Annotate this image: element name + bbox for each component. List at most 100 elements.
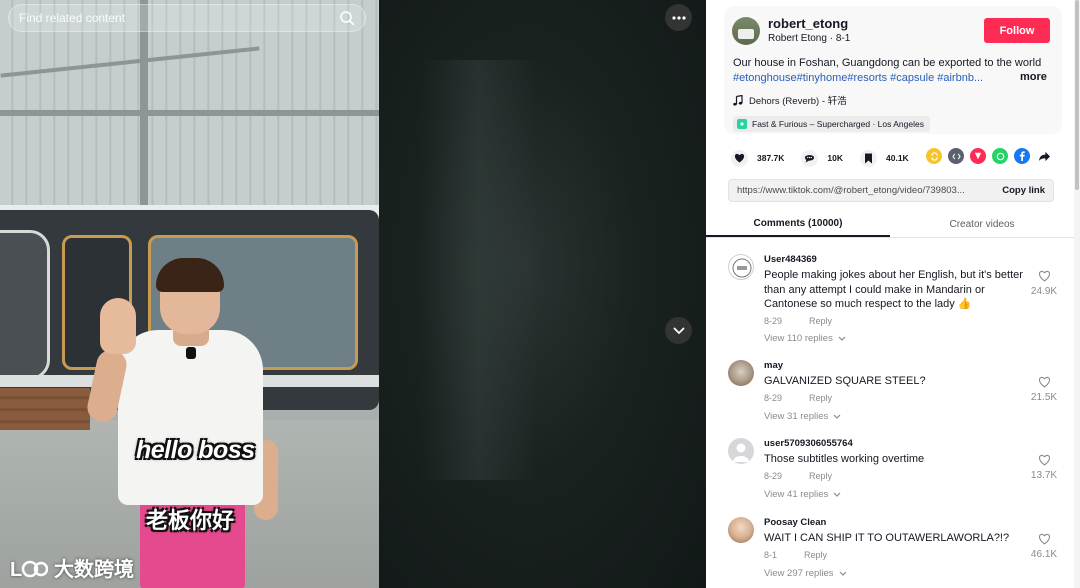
follow-button[interactable]: Follow [984, 18, 1050, 43]
svg-text:L: L [10, 559, 22, 581]
music-link[interactable]: Dehors (Reverb) - 轩浩 [733, 93, 847, 107]
share-arrow-icon[interactable] [1036, 148, 1052, 164]
share-link-row: https://www.tiktok.com/@robert_etong/vid… [728, 179, 1054, 202]
comment-meta: 8-1 Reply [764, 550, 827, 560]
watermark-text: 大数跨境 [54, 557, 134, 581]
commenter-username[interactable]: user5709306055764 [764, 438, 853, 449]
ellipsis-icon [671, 15, 686, 20]
tab-creator-videos[interactable]: Creator videos [890, 212, 1074, 237]
comment-like-count: 46.1K [1030, 549, 1058, 560]
comment-icon [801, 149, 819, 167]
details-panel: robert_etong Robert Etong · 8-1 Follow O… [706, 0, 1080, 588]
search-placeholder: Find related content [19, 11, 126, 25]
comment-date: 8-29 [764, 316, 783, 326]
whatsapp-icon[interactable] [992, 148, 1008, 164]
post-date: 8-1 [835, 33, 851, 44]
chevron-down-icon [673, 327, 684, 334]
tab-comments[interactable]: Comments (10000) [706, 212, 890, 237]
search-bar[interactable]: Find related content [8, 4, 366, 32]
chevron-down-icon [839, 571, 846, 576]
heart-icon [731, 149, 748, 167]
comment-meta: 8-29 Reply [764, 393, 832, 403]
commenter-username[interactable]: Poosay Clean [764, 517, 826, 528]
embed-icon[interactable] [948, 148, 964, 164]
save-action[interactable]: 40.1K [860, 149, 909, 167]
commenter-avatar[interactable] [728, 254, 754, 280]
comment-like[interactable]: 21.5K [1028, 376, 1060, 403]
heart-outline-icon [1038, 454, 1050, 466]
author-display-name[interactable]: Robert Etong [768, 33, 827, 44]
comment-action[interactable]: 10K [801, 149, 844, 167]
comment-meta: 8-29 Reply [764, 316, 832, 326]
watermark: L 大数跨境 [10, 553, 134, 582]
effect-icon [737, 119, 747, 129]
comment-like-count: 21.5K [1030, 392, 1058, 403]
scrollbar-thumb[interactable] [1075, 0, 1079, 190]
reply-button[interactable]: Reply [804, 550, 827, 560]
search-icon[interactable] [339, 10, 355, 26]
reply-button[interactable]: Reply [809, 471, 832, 481]
comment-like-count: 13.7K [1030, 470, 1058, 481]
view-replies-button[interactable]: View 41 replies [764, 489, 841, 500]
next-video-button[interactable] [665, 317, 692, 344]
reply-button[interactable]: Reply [809, 393, 832, 403]
author-avatar[interactable] [732, 17, 760, 45]
comment-count: 10K [827, 153, 844, 163]
facebook-icon[interactable] [1014, 148, 1030, 164]
heart-outline-icon [1038, 270, 1050, 282]
commenter-username[interactable]: may [764, 360, 783, 371]
reply-button[interactable]: Reply [809, 316, 832, 326]
comment-meta: 8-29 Reply [764, 471, 832, 481]
more-options-button[interactable] [665, 4, 692, 31]
comment-item: user5709306055764 Those subtitles workin… [706, 432, 1074, 504]
comment-like[interactable]: 13.7K [1028, 454, 1060, 481]
hashtags[interactable]: #etonghouse#tinyhome#resorts #capsule #a… [733, 71, 1003, 86]
view-replies-button[interactable]: View 110 replies [764, 333, 846, 344]
like-action[interactable]: 387.7K [731, 149, 784, 167]
video-description: Our house in Foshan, Guangdong can be ex… [733, 57, 1042, 69]
effect-tag[interactable]: Fast & Furious – Supercharged · Los Ange… [733, 116, 930, 132]
bookmark-icon [860, 149, 878, 167]
share-link-text[interactable]: https://www.tiktok.com/@robert_etong/vid… [737, 185, 996, 196]
author-username[interactable]: robert_etong [768, 16, 848, 31]
wooden-deck [0, 388, 90, 430]
subtitle-chinese: 老板你好 [146, 509, 235, 534]
description-card: robert_etong Robert Etong · 8-1 Follow O… [724, 6, 1062, 134]
music-title: Dehors (Reverb) - 轩浩 [749, 96, 847, 107]
tab-bar: Comments (10000) Creator videos [706, 212, 1074, 238]
copy-link-button[interactable]: Copy link [1002, 185, 1045, 196]
repost-icon[interactable] [926, 148, 942, 164]
comment-date: 8-29 [764, 471, 783, 481]
music-note-icon [733, 94, 743, 105]
comment-like[interactable]: 24.9K [1028, 270, 1060, 297]
more-link[interactable]: more [1020, 71, 1047, 83]
comment-like[interactable]: 46.1K [1028, 533, 1060, 560]
commenter-avatar[interactable] [728, 517, 754, 543]
video-stage: hello boss 老板你好 L 大数跨境 Find related cont… [0, 0, 706, 588]
comment-date: 8-29 [764, 393, 783, 403]
share-buttons [926, 148, 1052, 164]
commenter-avatar[interactable] [728, 438, 754, 464]
watermark-logo-icon: L [10, 559, 48, 581]
comment-text: People making jokes about her English, b… [764, 269, 1023, 311]
commenter-avatar[interactable] [728, 360, 754, 386]
comment-like-count: 24.9K [1030, 286, 1058, 297]
save-count: 40.1K [886, 153, 909, 163]
send-icon[interactable] [970, 148, 986, 164]
heart-outline-icon [1038, 376, 1050, 388]
comment-item: may GALVANIZED SQUARE STEEL? 8-29 Reply … [706, 354, 1074, 426]
waving-hand [100, 298, 136, 354]
view-replies-button[interactable]: View 31 replies [764, 411, 841, 422]
comment-text: WAIT I CAN SHIP IT TO OUTAWERLAWORLA?!? [764, 532, 1010, 544]
comment-item: User484369 People making jokes about her… [706, 248, 1074, 348]
heart-outline-icon [1038, 533, 1050, 545]
chevron-down-icon [833, 414, 841, 419]
scrollbar-track[interactable] [1074, 0, 1080, 588]
capsule-end [0, 230, 50, 380]
chevron-down-icon [833, 492, 841, 497]
comment-date: 8-1 [764, 550, 778, 560]
commenter-username[interactable]: User484369 [764, 254, 817, 265]
video-player[interactable]: hello boss 老板你好 L 大数跨境 Find related cont… [0, 0, 379, 588]
view-replies-button[interactable]: View 297 replies [764, 568, 847, 579]
video-blur-backdrop [379, 0, 706, 588]
